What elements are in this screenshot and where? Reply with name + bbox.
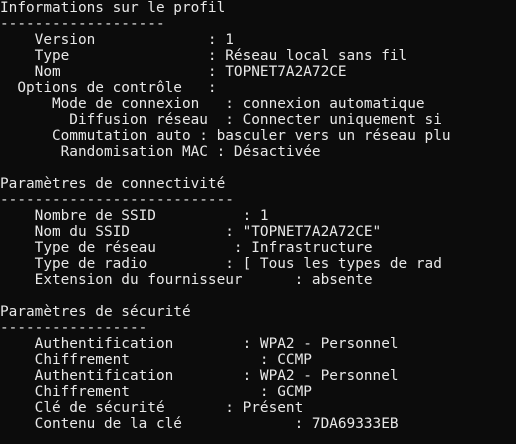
terminal-line-type: Type : Réseau local sans fil — [0, 48, 408, 64]
terminal-line-auto-switch: Commutation auto : basculer vers un rése… — [0, 128, 451, 144]
terminal-line-connection-mode: Mode de connexion : connexion automatiqu… — [0, 96, 425, 112]
terminal-line-name: Nom : TOPNET7A2A72CE — [0, 64, 347, 80]
terminal-line-profile-heading: Informations sur le profil — [0, 0, 226, 16]
terminal-line-ssid-count: Nombre de SSID : 1 — [0, 208, 269, 224]
terminal-line-connectivity-heading: Paramètres de connectivité — [0, 176, 226, 192]
terminal-line-mac-randomization: Randomisation MAC : Désactivée — [0, 144, 321, 160]
terminal-line-vendor-extension: Extension du fournisseur : absente — [0, 272, 373, 288]
terminal-line-separator: ----------------- — [0, 320, 148, 336]
terminal-line-radio-type: Type de radio : [ Tous les types de rad — [0, 256, 442, 272]
terminal-line-control-options: Options de contrôle : — [0, 80, 217, 96]
terminal-line-network-broadcast: Diffusion réseau : Connecter uniquement … — [0, 112, 442, 128]
terminal-line-encryption: Chiffrement : GCMP — [0, 384, 312, 400]
terminal-line-network-type: Type de réseau : Infrastructure — [0, 240, 373, 256]
terminal-line-separator: --------------------------- — [0, 192, 234, 208]
terminal-line-authentication: Authentification : WPA2 - Personnel — [0, 336, 399, 352]
terminal-line-version: Version : 1 — [0, 32, 234, 48]
terminal-line-ssid-name: Nom du SSID : "TOPNET7A2A72CE" — [0, 224, 382, 240]
terminal-line-authentication: Authentification : WPA2 - Personnel — [0, 368, 399, 384]
terminal-line-separator: ------------------- — [0, 16, 165, 32]
terminal-line-security-heading: Paramètres de sécurité — [0, 304, 191, 320]
terminal-line-encryption: Chiffrement : CCMP — [0, 352, 312, 368]
terminal-line-security-key: Clé de sécurité : Présent — [0, 400, 304, 416]
terminal-line-key-content: Contenu de la clé : 7DA69333EB — [0, 416, 399, 432]
terminal-window[interactable]: Informations sur le profil -------------… — [0, 0, 516, 444]
